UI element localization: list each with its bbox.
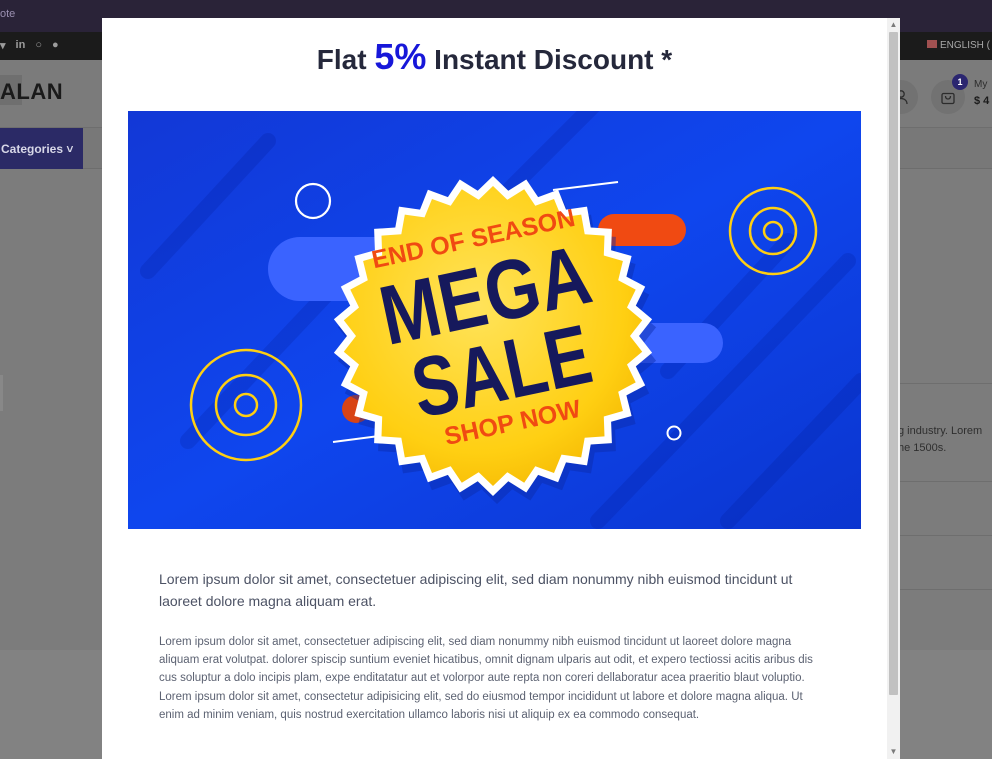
twitter-icon[interactable]: ▾ [0, 39, 6, 52]
divider [898, 481, 992, 482]
language-selector[interactable]: ENGLISH ( [927, 40, 990, 51]
divider [898, 535, 992, 536]
popup-intro-text: Lorem ipsum dolor sit amet, consectetuer… [159, 571, 793, 609]
divider [898, 589, 992, 590]
announcement-text: ote [0, 8, 16, 20]
title-prefix: Flat [316, 44, 375, 75]
description-line-1: g industry. Lorem [898, 425, 983, 437]
product-description-panel: g industry. Lorem he 1500s. [898, 383, 992, 590]
social-links: ▾ in ○ ● [0, 39, 59, 52]
modal-scrollbar[interactable]: ▲ ▼ [887, 18, 900, 759]
pinterest-icon[interactable]: ● [52, 39, 59, 52]
title-suffix: Instant Discount * [426, 44, 673, 75]
banner-artwork: END OF SEASON MEGA SALE SHOP NOW [128, 111, 861, 529]
discount-popup-modal: Flat 5% Instant Discount * END OF SEASON… [102, 18, 900, 759]
scrollbar-thumb[interactable] [889, 32, 898, 695]
mega-sale-banner[interactable]: END OF SEASON MEGA SALE SHOP NOW [128, 111, 861, 529]
whatsapp-icon[interactable]: ○ [35, 39, 42, 52]
discount-percent: 5% [374, 36, 427, 77]
cart-total: $ 4 [974, 95, 990, 107]
side-tab[interactable] [0, 375, 3, 411]
linkedin-icon[interactable]: in [16, 39, 26, 52]
site-logo[interactable]: ALAN [0, 79, 63, 105]
divider [898, 383, 992, 384]
cart-label: My [974, 79, 988, 90]
cart-count-badge: 1 [952, 74, 968, 90]
scroll-up-arrow-icon[interactable]: ▲ [887, 20, 900, 30]
language-label: ENGLISH ( [940, 40, 991, 51]
scroll-down-arrow-icon[interactable]: ▼ [887, 747, 900, 757]
popup-body-text: Lorem ipsum dolor sit amet, consectetuer… [159, 636, 813, 721]
us-flag-icon [927, 40, 937, 48]
shopping-bag-icon [941, 92, 955, 105]
categories-button[interactable]: Categories ˅ [0, 128, 83, 169]
description-line-2: he 1500s. [898, 442, 947, 454]
popup-title: Flat 5% Instant Discount * [102, 36, 887, 78]
